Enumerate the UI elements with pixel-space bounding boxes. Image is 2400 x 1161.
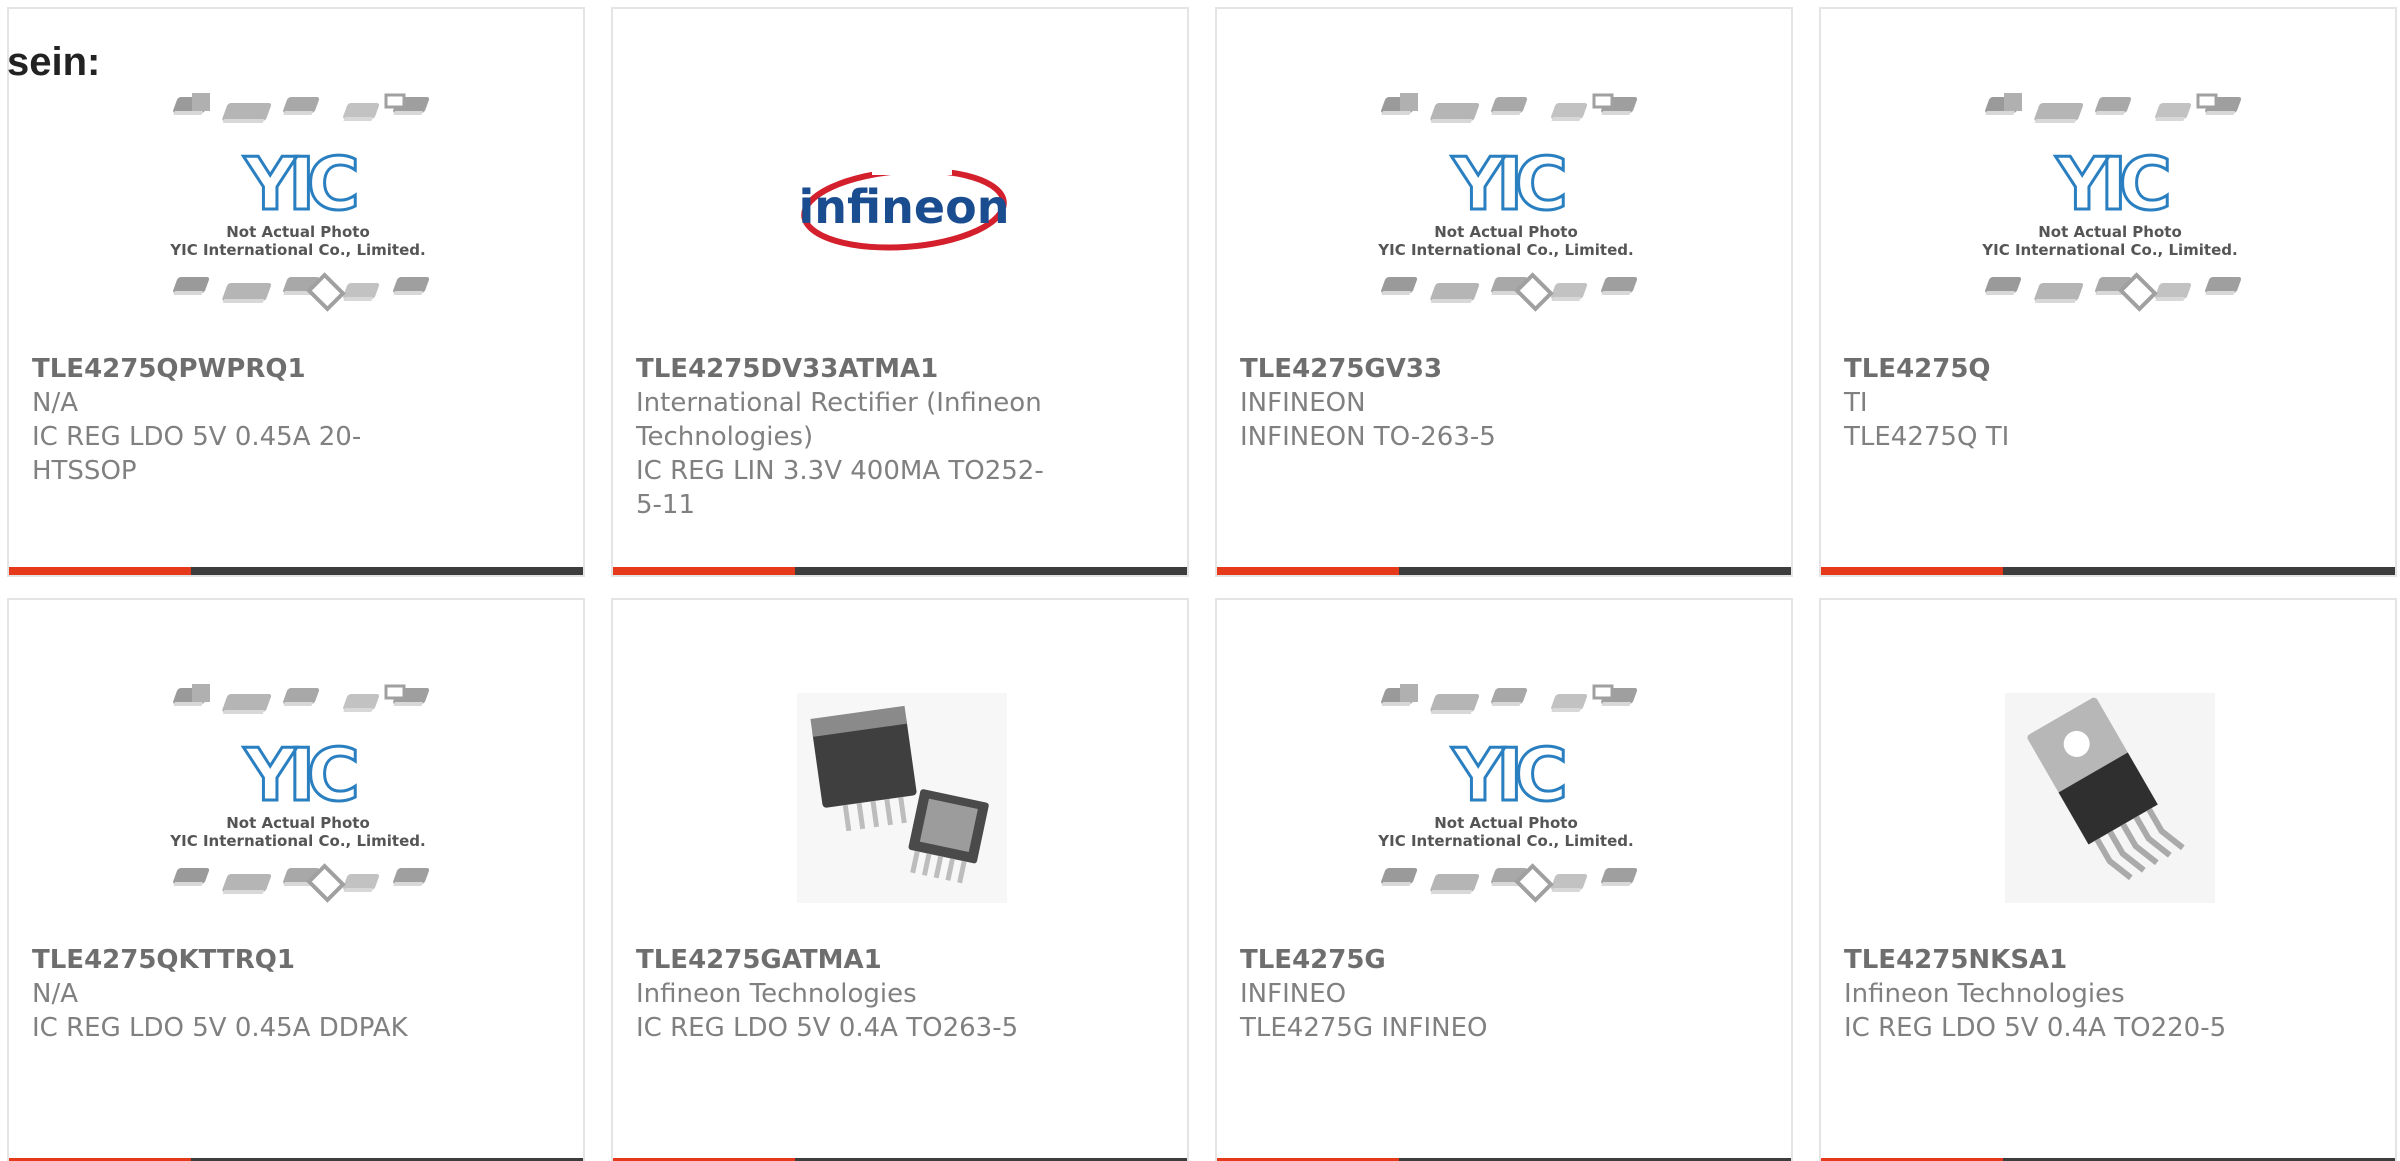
yic-logo-text: YIC	[243, 142, 356, 226]
yic-company-text: YIC International Co., Limited.	[1377, 832, 1633, 850]
not-actual-photo-text: Not Actual Photo	[226, 814, 370, 832]
card-accent-bar	[613, 567, 795, 575]
section-heading: sein:	[7, 40, 101, 84]
not-actual-photo-text: Not Actual Photo	[1434, 223, 1578, 241]
to220-package-graphic	[2005, 693, 2215, 903]
yic-placeholder-graphic: YIC Not Actual Photo YIC International C…	[169, 684, 430, 903]
description: TLE4275G INFINEO	[1240, 1013, 1488, 1043]
product-info: TLE4275Q TI TLE4275Q TI	[1844, 352, 2274, 454]
product-image: infineon	[613, 89, 1187, 329]
yic-placeholder-graphic: YIC Not Actual Photo YIC International C…	[169, 93, 430, 312]
product-info: TLE4275DV33ATMA1 International Rectifier…	[636, 352, 1066, 522]
product-info: TLE4275GATMA1 Infineon Technologies IC R…	[636, 943, 1066, 1045]
description: TLE4275Q TI	[1844, 422, 2010, 452]
infineon-logo-graphic: infineon	[799, 165, 1010, 251]
card-accent-bar	[9, 567, 191, 575]
product-info: TLE4275GV33 INFINEON INFINEON TO-263-5	[1240, 352, 1670, 454]
yic-logo-text: YIC	[1451, 142, 1564, 226]
part-number-link[interactable]: TLE4275DV33ATMA1	[636, 352, 1066, 386]
yic-placeholder-image: YIC Not Actual Photo YIC International C…	[1366, 678, 1646, 922]
card-bottom-bar	[1217, 567, 1791, 575]
manufacturer: N/A	[32, 979, 78, 1009]
not-actual-photo-text: Not Actual Photo	[2038, 223, 2182, 241]
yic-placeholder-image: YIC Not Actual Photo YIC International C…	[158, 87, 438, 331]
description: IC REG LDO 5V 0.4A TO220-5	[1844, 1013, 2227, 1043]
card-bottom-bar	[1821, 567, 2395, 575]
product-card[interactable]: TLE4275NKSA1 Infineon Technologies IC RE…	[1819, 598, 2397, 1161]
description: IC REG LIN 3.3V 400MA TO252-5-11	[636, 456, 1044, 520]
product-card[interactable]: YIC Not Actual Photo YIC International C…	[1215, 598, 1793, 1161]
part-number-link[interactable]: TLE4275QPWPRQ1	[32, 352, 462, 386]
manufacturer: N/A	[32, 388, 78, 418]
yic-placeholder-graphic: YIC Not Actual Photo YIC International C…	[1377, 684, 1638, 903]
description: IC REG LDO 5V 0.45A 20-HTSSOP	[32, 422, 362, 486]
yic-logo-text: YIC	[243, 733, 356, 817]
part-number-link[interactable]: TLE4275Q	[1844, 352, 2274, 386]
part-number-link[interactable]: TLE4275G	[1240, 943, 1670, 977]
description: IC REG LDO 5V 0.45A DDPAK	[32, 1013, 408, 1043]
product-info: TLE4275QPWPRQ1 N/A IC REG LDO 5V 0.45A 2…	[32, 352, 462, 488]
part-number-link[interactable]: TLE4275NKSA1	[1844, 943, 2274, 977]
manufacturer: INFINEO	[1240, 979, 1347, 1009]
product-grid: YIC Not Actual Photo YIC International C…	[7, 7, 2400, 1161]
yic-placeholder-image: YIC Not Actual Photo YIC International C…	[158, 678, 438, 922]
to263-package-graphic	[797, 693, 1007, 903]
infineon-logo-text: infineon	[799, 180, 1010, 234]
product-image: YIC Not Actual Photo YIC International C…	[9, 87, 583, 331]
product-image: YIC Not Actual Photo YIC International C…	[1217, 87, 1791, 331]
manufacturer: Infineon Technologies	[1844, 979, 2125, 1009]
product-card[interactable]: YIC Not Actual Photo YIC International C…	[1819, 7, 2397, 577]
yic-company-text: YIC International Co., Limited.	[169, 241, 425, 259]
product-image: YIC Not Actual Photo YIC International C…	[1217, 678, 1791, 922]
part-number-link[interactable]: TLE4275QKTTRQ1	[32, 943, 462, 977]
manufacturer: INFINEON	[1240, 388, 1366, 418]
infineon-logo-image: infineon	[792, 147, 1012, 271]
part-number-link[interactable]: TLE4275GV33	[1240, 352, 1670, 386]
product-image	[1821, 680, 2395, 920]
product-image	[613, 680, 1187, 920]
product-info: TLE4275NKSA1 Infineon Technologies IC RE…	[1844, 943, 2274, 1045]
card-accent-bar	[1217, 567, 1399, 575]
not-actual-photo-text: Not Actual Photo	[1434, 814, 1578, 832]
yic-logo-text: YIC	[2055, 142, 2168, 226]
part-number-link[interactable]: TLE4275GATMA1	[636, 943, 1066, 977]
product-card[interactable]: YIC Not Actual Photo YIC International C…	[7, 598, 585, 1161]
product-card[interactable]: infineon TLE4275DV33ATMA1 International …	[611, 7, 1189, 577]
manufacturer: TI	[1844, 388, 1868, 418]
product-info: TLE4275G INFINEO TLE4275G INFINEO	[1240, 943, 1670, 1045]
manufacturer: International Rectifier (Infineon Techno…	[636, 388, 1042, 452]
manufacturer: Infineon Technologies	[636, 979, 917, 1009]
description: INFINEON TO-263-5	[1240, 422, 1496, 452]
card-bottom-bar	[613, 567, 1187, 575]
product-card[interactable]: YIC Not Actual Photo YIC International C…	[7, 7, 585, 577]
yic-placeholder-graphic: YIC Not Actual Photo YIC International C…	[1981, 93, 2242, 312]
description: IC REG LDO 5V 0.4A TO263-5	[636, 1013, 1019, 1043]
product-info: TLE4275QKTTRQ1 N/A IC REG LDO 5V 0.45A D…	[32, 943, 462, 1045]
yic-company-text: YIC International Co., Limited.	[169, 832, 425, 850]
card-accent-bar	[1821, 567, 2003, 575]
to263-package-photo	[797, 693, 1007, 907]
product-image: YIC Not Actual Photo YIC International C…	[9, 678, 583, 922]
card-bottom-bar	[9, 567, 583, 575]
yic-company-text: YIC International Co., Limited.	[1981, 241, 2237, 259]
yic-placeholder-image: YIC Not Actual Photo YIC International C…	[1366, 87, 1646, 331]
yic-logo-text: YIC	[1451, 733, 1564, 817]
product-card[interactable]: TLE4275GATMA1 Infineon Technologies IC R…	[611, 598, 1189, 1161]
to220-package-photo	[2005, 693, 2215, 907]
product-card[interactable]: YIC Not Actual Photo YIC International C…	[1215, 7, 1793, 577]
yic-company-text: YIC International Co., Limited.	[1377, 241, 1633, 259]
not-actual-photo-text: Not Actual Photo	[226, 223, 370, 241]
product-image: YIC Not Actual Photo YIC International C…	[1821, 87, 2395, 331]
yic-placeholder-graphic: YIC Not Actual Photo YIC International C…	[1377, 93, 1638, 312]
yic-placeholder-image: YIC Not Actual Photo YIC International C…	[1970, 87, 2250, 331]
